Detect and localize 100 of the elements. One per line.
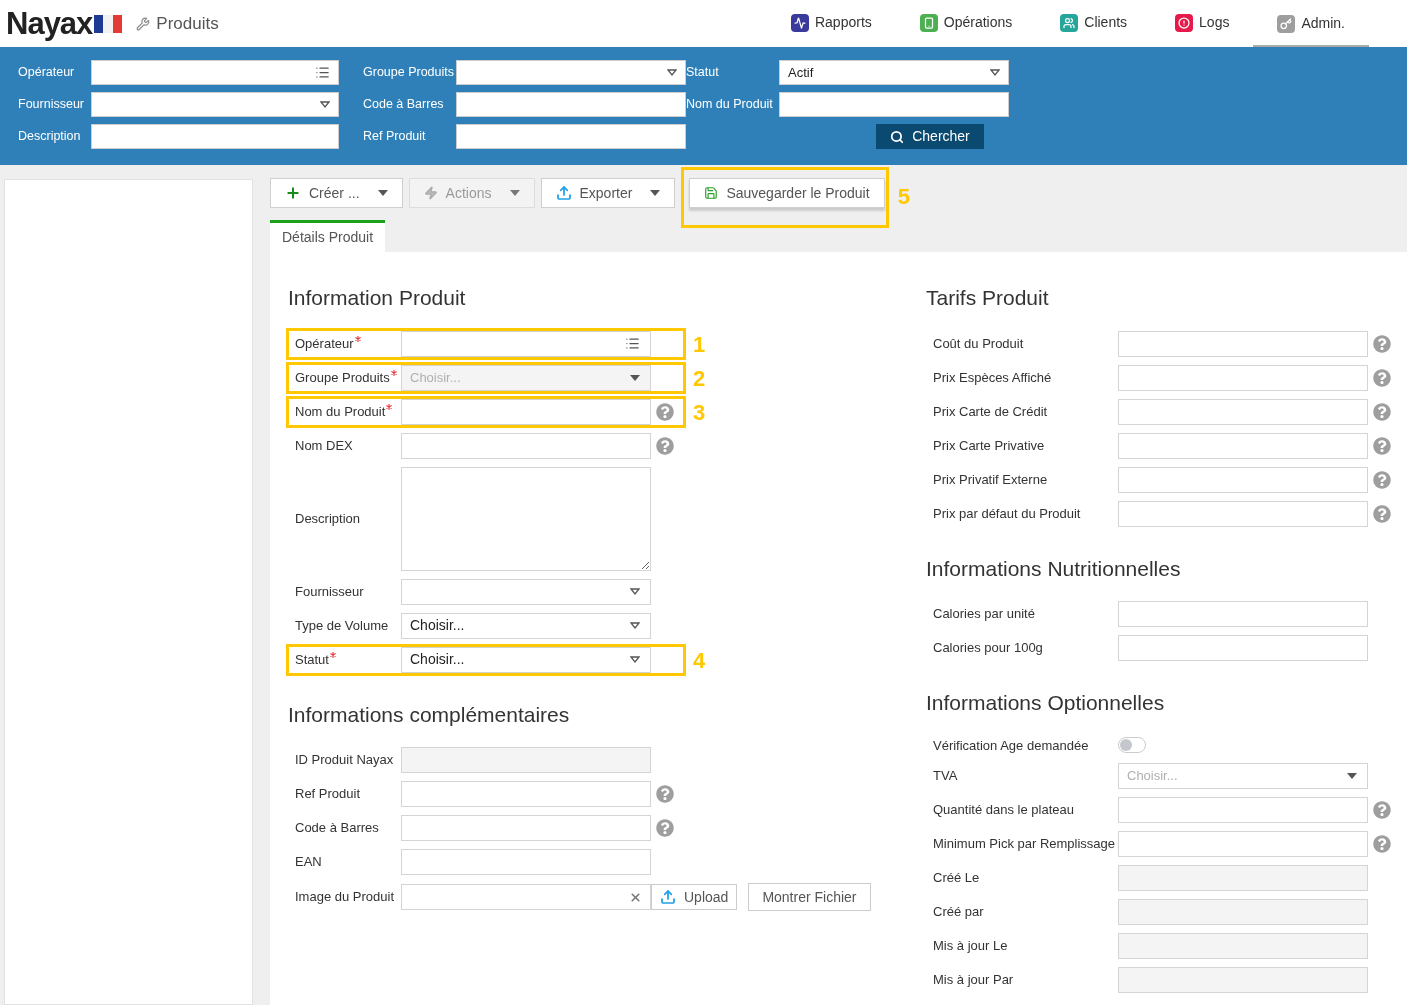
save-icon <box>704 186 719 200</box>
help-icon[interactable] <box>656 819 674 837</box>
field-label: Prix Privatif Externe <box>933 470 1048 489</box>
section-title: Information Produit <box>288 285 467 311</box>
search-button[interactable]: Chercher <box>876 124 984 149</box>
field-label: Prix Espèces Affiché <box>933 368 1052 387</box>
input-field[interactable] <box>456 124 686 149</box>
help-icon[interactable] <box>1373 504 1391 523</box>
save-button[interactable]: Sauvegarder le Produit <box>689 178 885 208</box>
caret-icon <box>1347 773 1357 779</box>
nav-link[interactable]: Logs <box>1151 0 1254 47</box>
nav-link[interactable]: Rapports <box>766 0 896 47</box>
input-field[interactable] <box>91 124 339 149</box>
callout-number: 1 <box>693 330 706 358</box>
input-field[interactable] <box>401 398 651 425</box>
input-field[interactable] <box>456 92 686 117</box>
filter-label: Statut <box>686 64 720 82</box>
toolbar-button[interactable]: Créer ... <box>270 178 403 208</box>
nav-link[interactable]: Opérations <box>895 0 1037 47</box>
help-icon[interactable] <box>1373 470 1391 489</box>
input-field[interactable] <box>1118 466 1368 493</box>
help-icon[interactable] <box>1373 368 1391 387</box>
dropdown[interactable] <box>91 92 339 117</box>
field-label: Description <box>295 509 361 528</box>
input-field[interactable] <box>1118 330 1368 357</box>
flag-icon <box>94 14 123 33</box>
logs-icon <box>1175 13 1194 32</box>
field-label: ID Produit Nayax <box>295 751 394 770</box>
field-label: Vérification Age demandée <box>933 736 1089 755</box>
callout-number: 3 <box>693 398 706 426</box>
filter-label: Description <box>18 128 82 146</box>
input-field[interactable] <box>401 432 651 459</box>
dropdown[interactable]: Choisir... <box>401 612 651 639</box>
help-icon[interactable] <box>1373 334 1391 353</box>
filter-label: Ref Produit <box>363 128 427 146</box>
page-title: Produits <box>156 12 219 35</box>
callout-number: 4 <box>693 646 706 674</box>
text-area[interactable] <box>401 466 651 571</box>
tab[interactable]: Détails Produit <box>270 220 386 252</box>
field-label: Opérateur <box>295 334 354 353</box>
dropdown[interactable]: Choisir... <box>401 646 651 673</box>
file-input-field[interactable] <box>401 884 651 910</box>
lightning-icon <box>423 186 438 200</box>
admin-icon <box>1277 14 1296 33</box>
field-label: TVA <box>933 767 958 786</box>
field-label: Ref Produit <box>295 785 361 804</box>
dropdown-triangle-icon <box>630 655 640 664</box>
dropdown-triangle-icon <box>990 68 1000 77</box>
caret-icon <box>377 190 388 196</box>
input-field[interactable] <box>1118 831 1368 857</box>
field-label: Mis à jour Par <box>933 971 1014 990</box>
caret-icon <box>630 374 640 381</box>
input-field[interactable] <box>401 781 651 807</box>
plus-icon <box>285 185 301 201</box>
field-label: Créé par <box>933 903 984 922</box>
help-icon[interactable] <box>1373 801 1391 819</box>
help-icon[interactable] <box>656 402 674 421</box>
search-icon <box>890 129 905 144</box>
filter-label: Fournisseur <box>18 96 85 114</box>
help-icon[interactable] <box>1373 436 1391 455</box>
input-field[interactable] <box>1118 797 1368 823</box>
field-label: Fournisseur <box>295 582 364 601</box>
caret-icon <box>650 190 661 196</box>
input-field[interactable] <box>1118 398 1368 425</box>
help-icon[interactable] <box>656 785 674 803</box>
field-label: Nom du Produit <box>295 402 386 421</box>
input-field[interactable] <box>401 330 651 357</box>
field-label: Minimum Pick par Remplissage <box>933 835 1116 854</box>
help-icon[interactable] <box>1373 402 1391 421</box>
help-icon[interactable] <box>1373 835 1391 853</box>
input-field[interactable] <box>1118 432 1368 459</box>
input-field[interactable] <box>1118 635 1368 661</box>
help-icon[interactable] <box>656 436 674 455</box>
field-label: Code à Barres <box>295 819 379 838</box>
dropdown[interactable]: Actif <box>779 60 1009 85</box>
dropdown[interactable] <box>401 578 651 605</box>
toolbar-button[interactable]: Exporter <box>540 178 676 208</box>
wrench-icon <box>136 16 151 31</box>
input-field[interactable] <box>91 60 339 85</box>
input-field[interactable] <box>1118 500 1368 527</box>
dropdown[interactable] <box>456 60 686 85</box>
input-field[interactable] <box>1118 601 1368 627</box>
filter-label: Opérateur <box>18 64 76 82</box>
input-field[interactable] <box>401 815 651 841</box>
logo[interactable]: Nayax <box>6 8 93 39</box>
show-file-button[interactable]: Montrer Fichier <box>748 883 871 911</box>
input-field[interactable] <box>401 849 651 875</box>
toggle-switch[interactable] <box>1118 737 1146 754</box>
caret-icon <box>509 190 520 196</box>
upload-icon <box>660 889 676 905</box>
input-field[interactable] <box>1118 364 1368 391</box>
input-field[interactable] <box>779 92 1009 117</box>
list-icon <box>625 336 640 351</box>
field-label: Quantité dans le plateau <box>933 801 1074 820</box>
filter-label: Code à Barres <box>363 96 445 114</box>
section-title: Informations Nutritionnelles <box>926 555 1182 582</box>
nav-link[interactable]: Clients <box>1036 0 1152 47</box>
filter-label: Nom du Produit <box>686 96 774 114</box>
clear-icon[interactable] <box>629 890 642 904</box>
upload-button[interactable]: Upload <box>651 884 738 910</box>
